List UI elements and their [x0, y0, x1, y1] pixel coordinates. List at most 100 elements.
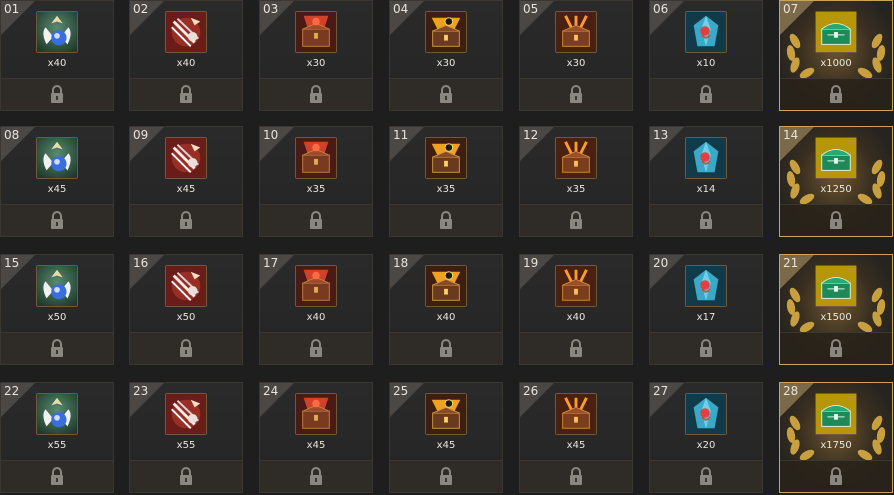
slot-number: 10: [263, 128, 279, 142]
reward-slot-11[interactable]: 11 x35: [389, 126, 503, 237]
slot-footer: [1, 460, 113, 492]
slot-footer: [780, 78, 892, 110]
lock-icon: [569, 339, 583, 357]
slot-number: 12: [523, 128, 539, 142]
reward-slot-07[interactable]: 07 x1000: [779, 0, 893, 111]
reward-slot-13[interactable]: 13 x14: [649, 126, 763, 237]
reward-slot-10[interactable]: 10 x35: [259, 126, 373, 237]
item-quantity: x40: [436, 312, 456, 323]
lock-icon: [439, 211, 453, 229]
lock-icon: [569, 467, 583, 485]
reward-slot-25[interactable]: 25 x45: [389, 382, 503, 493]
slot-number: 22: [4, 384, 20, 398]
reward-slot-24[interactable]: 24 x45: [259, 382, 373, 493]
angel-potion-icon: [36, 137, 78, 179]
reward-slot-18[interactable]: 18 x40: [389, 254, 503, 365]
reward-slot-05[interactable]: 05 x30: [519, 0, 633, 111]
green-chest-icon: [815, 137, 857, 179]
reward-slot-06[interactable]: 06 x10: [649, 0, 763, 111]
item-quantity: x40: [47, 58, 67, 69]
slot-number: 03: [263, 2, 279, 16]
lock-icon: [50, 211, 64, 229]
reward-slot-09[interactable]: 09 x45: [129, 126, 243, 237]
slot-footer: [650, 204, 762, 236]
slot-footer: [520, 78, 632, 110]
slot-number: 28: [783, 384, 799, 398]
slot-footer: [780, 332, 892, 364]
reward-slot-23[interactable]: 23 x55: [129, 382, 243, 493]
lock-icon: [439, 85, 453, 103]
green-chest-icon: [815, 393, 857, 435]
lock-icon: [50, 339, 64, 357]
slot-footer: [390, 204, 502, 236]
green-chest-icon: [815, 265, 857, 307]
item-quantity: x45: [306, 440, 326, 451]
slot-footer: [260, 460, 372, 492]
lock-icon: [50, 85, 64, 103]
lock-icon: [699, 339, 713, 357]
reward-slot-02[interactable]: 02 x40: [129, 0, 243, 111]
item-quantity: x1250: [820, 184, 852, 195]
orange-chest-icon: [555, 137, 597, 179]
reward-slot-20[interactable]: 20 x17: [649, 254, 763, 365]
slot-number: 04: [393, 2, 409, 16]
reward-slot-26[interactable]: 26 x45: [519, 382, 633, 493]
item-quantity: x1000: [820, 58, 852, 69]
blue-crystal-icon: [685, 393, 727, 435]
slot-number: 15: [4, 256, 20, 270]
item-quantity: x40: [306, 312, 326, 323]
reward-slot-16[interactable]: 16 x50: [129, 254, 243, 365]
lock-icon: [50, 467, 64, 485]
reward-slot-14[interactable]: 14 x1250: [779, 126, 893, 237]
reward-slot-15[interactable]: 15 x50: [0, 254, 114, 365]
blue-crystal-icon: [685, 11, 727, 53]
reward-slot-19[interactable]: 19 x40: [519, 254, 633, 365]
reward-slot-03[interactable]: 03 x30: [259, 0, 373, 111]
reward-slot-28[interactable]: 28 x1750: [779, 382, 893, 493]
blue-crystal-icon: [685, 265, 727, 307]
lock-icon: [829, 211, 843, 229]
orange-chest-icon: [555, 393, 597, 435]
lock-icon: [309, 211, 323, 229]
reward-slot-08[interactable]: 08 x45: [0, 126, 114, 237]
angel-potion-icon: [36, 265, 78, 307]
item-quantity: x1750: [820, 440, 852, 451]
reward-slot-12[interactable]: 12 x35: [519, 126, 633, 237]
lock-icon: [179, 339, 193, 357]
gold-chest-icon: [425, 11, 467, 53]
lock-icon: [829, 85, 843, 103]
reward-slot-21[interactable]: 21 x1500: [779, 254, 893, 365]
reward-slot-17[interactable]: 17 x40: [259, 254, 373, 365]
item-quantity: x14: [696, 184, 716, 195]
reward-slot-01[interactable]: 01 x40: [0, 0, 114, 111]
slot-footer: [260, 204, 372, 236]
slot-number: 09: [133, 128, 149, 142]
lock-icon: [829, 339, 843, 357]
slot-number: 16: [133, 256, 149, 270]
item-quantity: x50: [47, 312, 67, 323]
gold-chest-icon: [425, 393, 467, 435]
item-quantity: x40: [566, 312, 586, 323]
lock-icon: [829, 467, 843, 485]
red-chest-icon: [295, 137, 337, 179]
slot-footer: [650, 460, 762, 492]
lock-icon: [699, 467, 713, 485]
reward-slot-04[interactable]: 04 x30: [389, 0, 503, 111]
item-quantity: x17: [696, 312, 716, 323]
slot-footer: [390, 460, 502, 492]
lock-icon: [309, 85, 323, 103]
item-quantity: x45: [436, 440, 456, 451]
slot-footer: [1, 78, 113, 110]
slot-number: 13: [653, 128, 669, 142]
green-chest-icon: [815, 11, 857, 53]
slot-footer: [130, 460, 242, 492]
slot-footer: [650, 78, 762, 110]
reward-slot-27[interactable]: 27 x20: [649, 382, 763, 493]
red-chest-icon: [295, 11, 337, 53]
slot-number: 24: [263, 384, 279, 398]
slot-number: 01: [4, 2, 20, 16]
blue-crystal-icon: [685, 137, 727, 179]
lock-icon: [179, 467, 193, 485]
reward-slot-22[interactable]: 22 x55: [0, 382, 114, 493]
slot-footer: [260, 332, 372, 364]
